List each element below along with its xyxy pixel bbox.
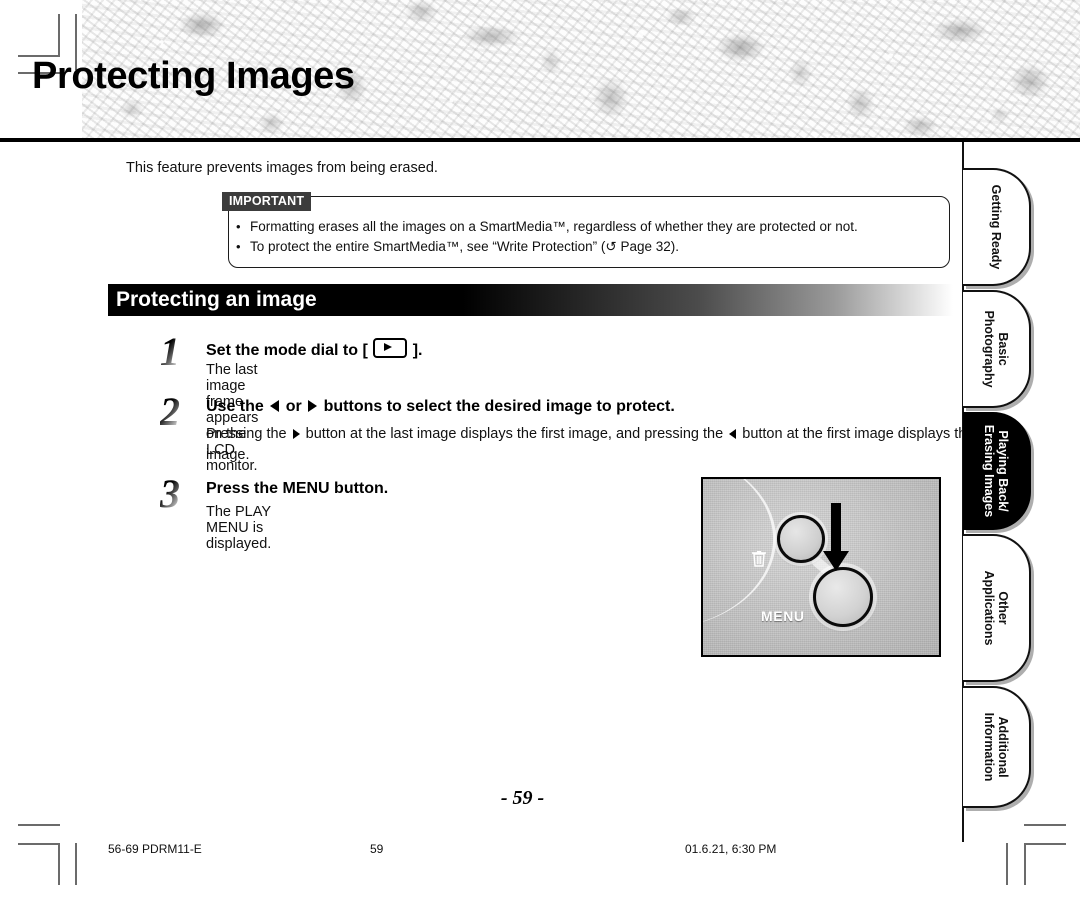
crop-mark-bottom-right-h — [1024, 824, 1066, 826]
step-heading-text-after: ]. — [412, 342, 423, 359]
sidebar-tab-label-line1: Basic — [996, 332, 1010, 366]
important-bullet-item: • To protect the entire SmartMedia™, see… — [236, 239, 679, 255]
playback-mode-icon — [373, 338, 408, 358]
step-description: The PLAY MENU is displayed. — [206, 504, 272, 552]
menu-button-photo — [813, 567, 873, 627]
sidebar-tab-basic-photography[interactable]: Basic Photography — [963, 290, 1031, 408]
bullet-glyph: • — [236, 239, 241, 254]
sidebar-tab-label: Other Applications — [982, 570, 1010, 645]
footer-page-number: 59 — [370, 842, 384, 856]
sidebar-tab-label-line2: Erasing Images — [982, 424, 996, 518]
down-arrow-icon — [823, 503, 849, 573]
sidebar-tab-label-line1: Additional — [996, 716, 1010, 778]
sidebar-tab-label-line1: Other — [996, 591, 1010, 625]
crop-mark-top-left-v — [58, 14, 60, 56]
crop-mark-bottom-right-v — [1024, 843, 1026, 885]
right-arrow-icon — [308, 400, 318, 412]
sidebar-tab-label: Getting Ready — [989, 184, 1003, 270]
step-heading-text-c: buttons to select the desired image to p… — [323, 398, 675, 415]
sidebar-tab-label-line2: Information — [982, 712, 996, 782]
sidebar-tab-other-applications[interactable]: Other Applications — [963, 534, 1031, 682]
left-arrow-icon — [729, 429, 737, 439]
section-heading-title: Protecting an image — [116, 288, 317, 311]
left-arrow-icon — [270, 400, 280, 412]
crop-mark-bottom-left-v — [58, 843, 60, 885]
step-heading-text-b: or — [285, 398, 302, 415]
sidebar-tab-playing-back-erasing-images[interactable]: Playing Back/ Erasing Images — [963, 412, 1031, 530]
bullet-glyph: • — [236, 219, 241, 234]
sidebar-tab-label-line1: Playing Back/ — [996, 430, 1010, 512]
crop-mark-bottom-left-h — [18, 824, 60, 826]
page-title: Protecting Images — [32, 55, 355, 97]
important-badge: IMPORTANT — [222, 192, 312, 211]
intro-paragraph: This feature prevents images from being … — [126, 160, 438, 176]
sidebar-tab-label: Basic Photography — [982, 310, 1010, 387]
important-item-text: Formatting erases all the images on a Sm… — [250, 219, 858, 234]
delete-button-photo — [777, 515, 825, 563]
crop-mark-bottom-left-h2 — [18, 843, 60, 845]
crop-mark-bottom-right-v2 — [1006, 843, 1008, 885]
sidebar-tab-label-line2: Applications — [982, 570, 996, 646]
step-number-1: 1 — [160, 329, 180, 374]
step-heading-text-a: Use the — [206, 398, 264, 415]
page-number: - 59 - — [500, 787, 545, 809]
step-description: Pressing the button at the last image di… — [206, 424, 1001, 466]
important-bullet-item: • Formatting erases all the images on a … — [236, 219, 858, 234]
title-underline-rule — [0, 138, 1080, 142]
important-item-text: To protect the entire SmartMedia™, see “… — [250, 239, 679, 254]
section-heading-bar: Protecting an image — [108, 284, 953, 316]
step-heading: Use the or buttons to select the desired… — [206, 398, 675, 416]
step-description-a: Pressing the — [206, 426, 287, 442]
crop-mark-bottom-right-h2 — [1024, 843, 1066, 845]
step-heading: Set the mode dial to [ ]. — [206, 338, 422, 360]
menu-photo-label: MENU — [761, 608, 805, 624]
step-heading: Press the MENU button. — [206, 480, 389, 497]
right-arrow-icon — [292, 429, 300, 439]
sidebar-tab-label: Additional Information — [982, 713, 1010, 782]
footer-timestamp: 01.6.21, 6:30 PM — [685, 842, 777, 856]
step-number-3: 3 — [160, 471, 180, 516]
sidebar-tab-label-line2: Photography — [982, 310, 996, 388]
trash-icon — [751, 549, 767, 567]
step-heading-text-before: Set the mode dial to [ — [206, 342, 368, 359]
footer-document-id: 56-69 PDRM11-E — [108, 842, 202, 856]
sidebar-tab-getting-ready[interactable]: Getting Ready — [963, 168, 1031, 286]
crop-mark-bottom-left-v2 — [75, 843, 77, 885]
step-number-2: 2 — [160, 389, 180, 434]
step-description-b: button at the last image displays the fi… — [305, 426, 724, 442]
camera-button-photo: MENU — [701, 477, 941, 657]
sidebar-tab-label: Playing Back/ Erasing Images — [982, 425, 1010, 517]
